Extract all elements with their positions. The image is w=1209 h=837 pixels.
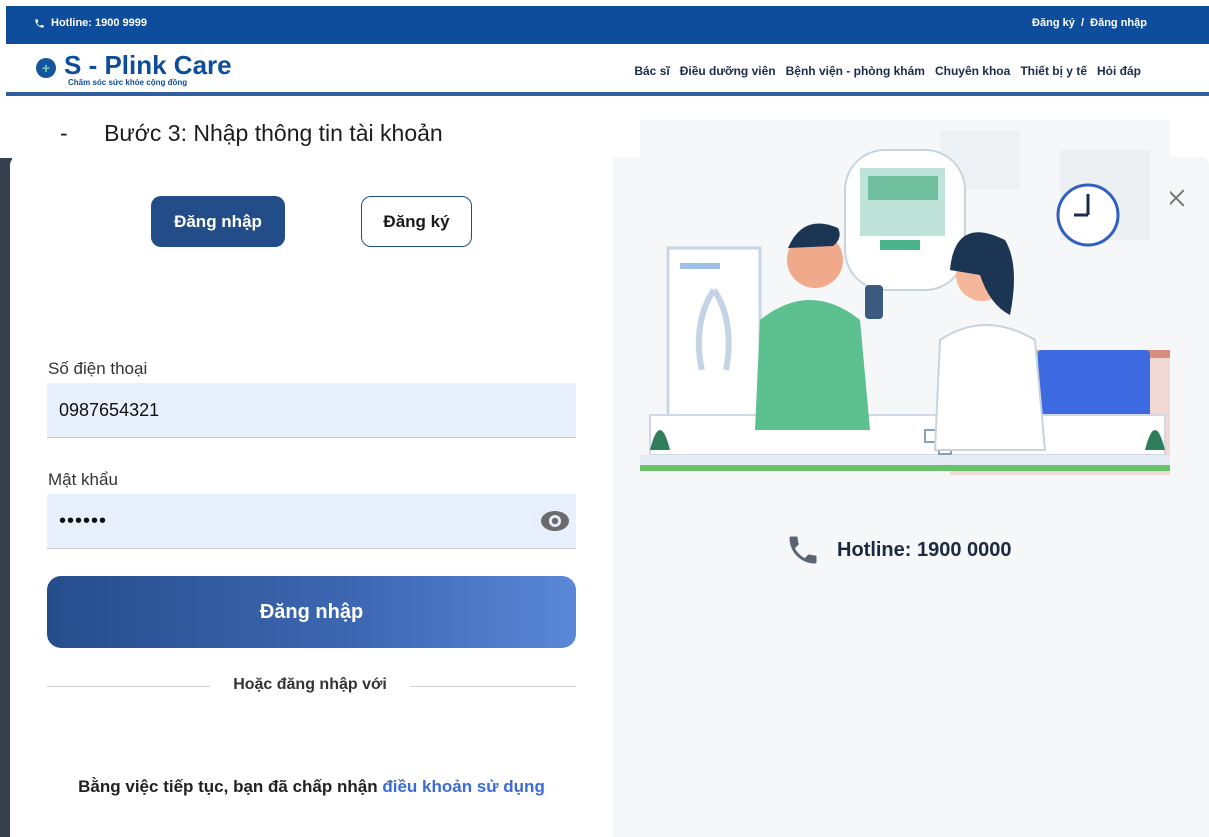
terms-prefix: Bằng việc tiếp tục, bạn đã chấp nhận [78, 777, 378, 796]
tab-login[interactable]: Đăng nhập [151, 196, 285, 247]
top-register-link[interactable]: Đăng ký [1032, 17, 1075, 29]
phone-icon [789, 536, 817, 564]
top-auth-separator: / [1080, 17, 1085, 29]
main-nav: S - Plink Care Chăm sóc sức khỏe cộng đồ… [6, 44, 1209, 96]
nav-item-hospitals[interactable]: Bệnh viện - phòng khám [786, 64, 925, 78]
social-login-label: Hoặc đăng nhập với [210, 676, 410, 694]
password-field[interactable]: •••••• [47, 494, 576, 549]
tab-register[interactable]: Đăng ký [361, 196, 472, 247]
step-text: Bước 3: Nhập thông tin tài khoản [104, 120, 443, 146]
login-submit-button[interactable]: Đăng nhập [47, 576, 576, 648]
nav-item-devices[interactable]: Thiết bị y tế [1020, 64, 1087, 78]
password-label: Mật khẩu [48, 470, 118, 489]
doctor-patient-illustration [640, 120, 1170, 495]
logo-cross-icon [36, 58, 56, 78]
phone-field[interactable]: 0987654321 [47, 383, 576, 438]
terms-notice: Bằng việc tiếp tục, bạn đã chấp nhận điề… [10, 777, 613, 797]
brand-logo[interactable]: S - Plink Care Chăm sóc sức khỏe cộng đồ… [36, 52, 232, 87]
phone-label: Số điện thoại [48, 359, 148, 378]
top-bar: Hotline: 1900 9999 Đăng ký / Đăng nhập [6, 6, 1209, 44]
step-dash: - [60, 120, 68, 146]
step-caption: - Bước 3: Nhập thông tin tài khoản [60, 120, 443, 147]
modal-hotline[interactable]: Hotline: 1900 0000 [785, 532, 1012, 568]
top-auth-links: Đăng ký / Đăng nhập [1032, 17, 1147, 29]
eye-icon[interactable] [540, 510, 570, 532]
nav-menu: Bác sĩ Điều dưỡng viên Bệnh viện - phòng… [634, 64, 1141, 78]
password-value: •••••• [59, 509, 108, 532]
top-login-link[interactable]: Đăng nhập [1090, 17, 1147, 29]
phone-icon [35, 18, 44, 28]
top-hotline[interactable]: Hotline: 1900 9999 [34, 17, 147, 29]
nav-item-faq[interactable]: Hỏi đáp [1097, 64, 1141, 78]
modal-hotline-text: Hotline: 1900 0000 [837, 538, 1012, 561]
nav-item-nurses[interactable]: Điều dưỡng viên [680, 64, 776, 78]
top-hotline-text: Hotline: 1900 9999 [51, 17, 147, 29]
brand-name: S - Plink Care [64, 50, 232, 80]
nav-item-doctors[interactable]: Bác sĩ [634, 64, 669, 78]
nav-item-specialties[interactable]: Chuyên khoa [935, 64, 1010, 78]
terms-link[interactable]: điều khoản sử dụng [382, 777, 544, 796]
